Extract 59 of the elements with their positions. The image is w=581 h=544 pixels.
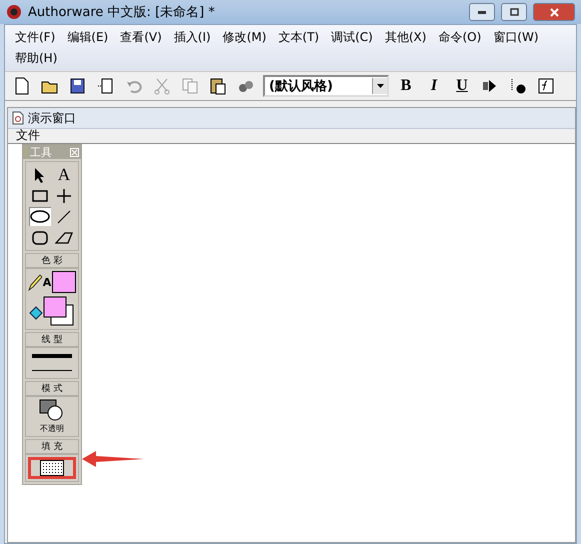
ellipse-icon: [30, 210, 50, 223]
tool-button[interactable]: [29, 207, 51, 226]
floppy-stack-icon: [69, 77, 87, 95]
menu-item[interactable]: 调试(C): [325, 27, 379, 48]
minimize-icon: [478, 10, 486, 14]
close-button[interactable]: [533, 3, 575, 21]
tool-button[interactable]: A: [53, 165, 75, 184]
cross-icon: [57, 188, 71, 202]
section-label: 填 充: [25, 439, 79, 454]
minimize-button[interactable]: [469, 3, 495, 21]
dotted-pattern-icon: [40, 460, 64, 476]
color-swatch[interactable]: [52, 271, 76, 293]
pencil-icon: [28, 273, 42, 291]
document-icon: [97, 77, 115, 95]
menu-item[interactable]: 文本(T): [272, 27, 326, 48]
grip-icon: [25, 147, 28, 157]
rectangle-icon: [32, 190, 48, 202]
clipboard-icon: [209, 77, 227, 95]
copy-icon: [181, 77, 199, 95]
pointer-icon: [34, 166, 46, 182]
window-title: 演示窗口: [28, 110, 76, 126]
menu-item[interactable]: 插入(I): [168, 27, 217, 48]
palette-title: 工具: [30, 144, 53, 160]
scissors-icon: [153, 77, 171, 95]
menu-item[interactable]: 文件: [16, 129, 40, 143]
underline-button[interactable]: U: [451, 75, 473, 97]
fill-button[interactable]: [28, 457, 76, 479]
italic-button[interactable]: I: [423, 75, 445, 97]
maximize-icon: [510, 8, 518, 16]
style-dropdown[interactable]: (默认风格): [263, 75, 389, 97]
play-icon: [483, 80, 497, 92]
new-file-icon: [13, 77, 31, 95]
maximize-button[interactable]: [501, 3, 527, 21]
text-color-label: A: [42, 276, 52, 288]
menu-item[interactable]: 帮助(H): [9, 48, 64, 69]
menu-item[interactable]: 命令(O): [432, 27, 488, 48]
menu-item[interactable]: 文件(F): [9, 27, 62, 48]
function-icon: [538, 78, 554, 94]
section-label: 模 式: [25, 381, 79, 396]
line-icon: [57, 210, 71, 224]
mode-label: 不透明: [40, 423, 64, 434]
rounded-rectangle-icon: [32, 230, 48, 244]
bold-button[interactable]: B: [395, 75, 417, 97]
section-label: 线 型: [25, 332, 79, 347]
dropdown-value: (默认风格): [269, 78, 333, 95]
opaque-mode-icon: [39, 399, 65, 421]
window-title: Authorware 中文版: [未命名] *: [28, 4, 216, 21]
caret-icon: [376, 84, 384, 88]
section-label: 色 彩: [25, 253, 79, 268]
menu-item[interactable]: 编辑(E): [61, 27, 114, 48]
menu-item[interactable]: 窗口(W): [487, 27, 545, 48]
close-icon: [550, 8, 558, 16]
document-icon: [12, 111, 24, 125]
menu-item[interactable]: 修改(M): [216, 27, 272, 48]
polygon-icon: [55, 232, 73, 244]
menu-item[interactable]: 查看(V): [114, 27, 168, 48]
menu-item[interactable]: 其他(X): [378, 27, 432, 48]
close-icon: [70, 148, 79, 156]
app-logo-icon: [6, 4, 22, 20]
